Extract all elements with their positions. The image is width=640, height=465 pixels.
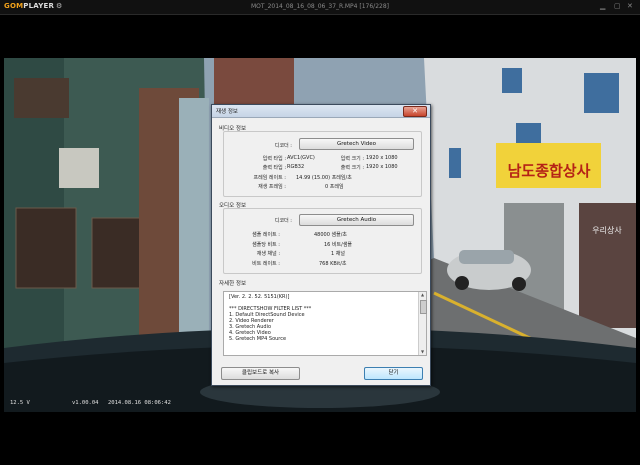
channels-value: 1 채널 [331,251,345,257]
bits-per-sample-value: 16 비트/샘플 [324,242,353,248]
shop-sign: 남도종합상사 [508,162,591,180]
input-size-label: 입력 크기 : [340,156,364,162]
maximize-icon[interactable]: ▢ [614,2,621,10]
output-size-value: 1920 x 1080 [366,164,398,170]
input-size-value: 1920 x 1080 [366,155,398,161]
audio-decoder-button[interactable]: Gretech Audio [299,214,414,226]
channels-label: 재생 채널 : [256,251,280,257]
sample-rate-value: 48000 샘플/초 [314,232,347,238]
output-type-label: 출력 타입 : [262,165,286,171]
scroll-down-icon[interactable]: ▼ [419,349,426,355]
player-titlebar: GOMPLAYER ⚙ MOT_2014_08_16_08_06_37_R.MP4… [0,0,640,15]
osd-timestamp: 2014.08.16 08:06:42 [108,400,171,406]
detail-info-list[interactable]: [Ver. 2. 2. 52. 5151(KR)] *** DIRECTSHOW… [223,291,427,356]
framerate-label: 프레임 레이트 : [253,175,286,181]
close-window-icon[interactable]: ✕ [627,2,633,10]
audio-decoder-label: 디코더 : [274,218,292,224]
minimize-icon[interactable]: ▁ [600,2,605,10]
video-decoder-button[interactable]: Gretech Video [299,138,414,150]
playback-info-dialog: 재생 정보 ✕ 비디오 정보 디코더 : Gretech Video 입력 타입… [211,104,431,386]
output-type-value: RGB32 [287,164,305,170]
output-size-label: 출력 크기 : [340,165,364,171]
play-frame-value: 0 프레임 [325,184,344,190]
bits-per-sample-label: 샘플당 비트 : [252,242,280,248]
osd-voltage: 12.5 V [10,400,30,406]
file-title: MOT_2014_08_16_08_06_37_R.MP4 [176/228] [251,3,389,10]
bitrate-value: 768 KBit/초 [319,261,347,267]
input-type-label: 입력 타입 : [262,156,286,162]
video-decoder-label: 디코더 : [274,143,292,149]
list-item: [Ver. 2. 2. 52. 5151(KR)] [229,294,290,300]
shop-sign-small: 우리상사 [592,225,622,235]
play-frame-label: 재생 프레임 : [258,184,286,190]
list-item: 5. Gretech MP4 Source [229,336,287,342]
close-button[interactable]: 닫기 [364,367,423,380]
detail-scrollbar[interactable]: ▲ ▼ [418,292,427,355]
dialog-close-icon[interactable]: ✕ [403,106,427,117]
detail-info-heading: 자세한 정보 [219,281,247,287]
scroll-up-icon[interactable]: ▲ [419,292,426,298]
input-type-value: AVC1(GVC) [287,155,315,161]
sample-rate-label: 샘플 레이트 : [252,232,280,238]
copy-to-clipboard-button[interactable]: 클립보드로 복사 [221,367,300,380]
scroll-thumb[interactable] [420,300,427,314]
dialog-title: 재생 정보 [216,109,238,115]
framerate-value: 14.99 (15.00) 프레임/초 [296,175,352,181]
osd-version: v1.00.04 [72,400,99,406]
bitrate-label: 비트 레이트 : [252,261,280,267]
dialog-titlebar[interactable]: 재생 정보 ✕ [212,105,430,118]
